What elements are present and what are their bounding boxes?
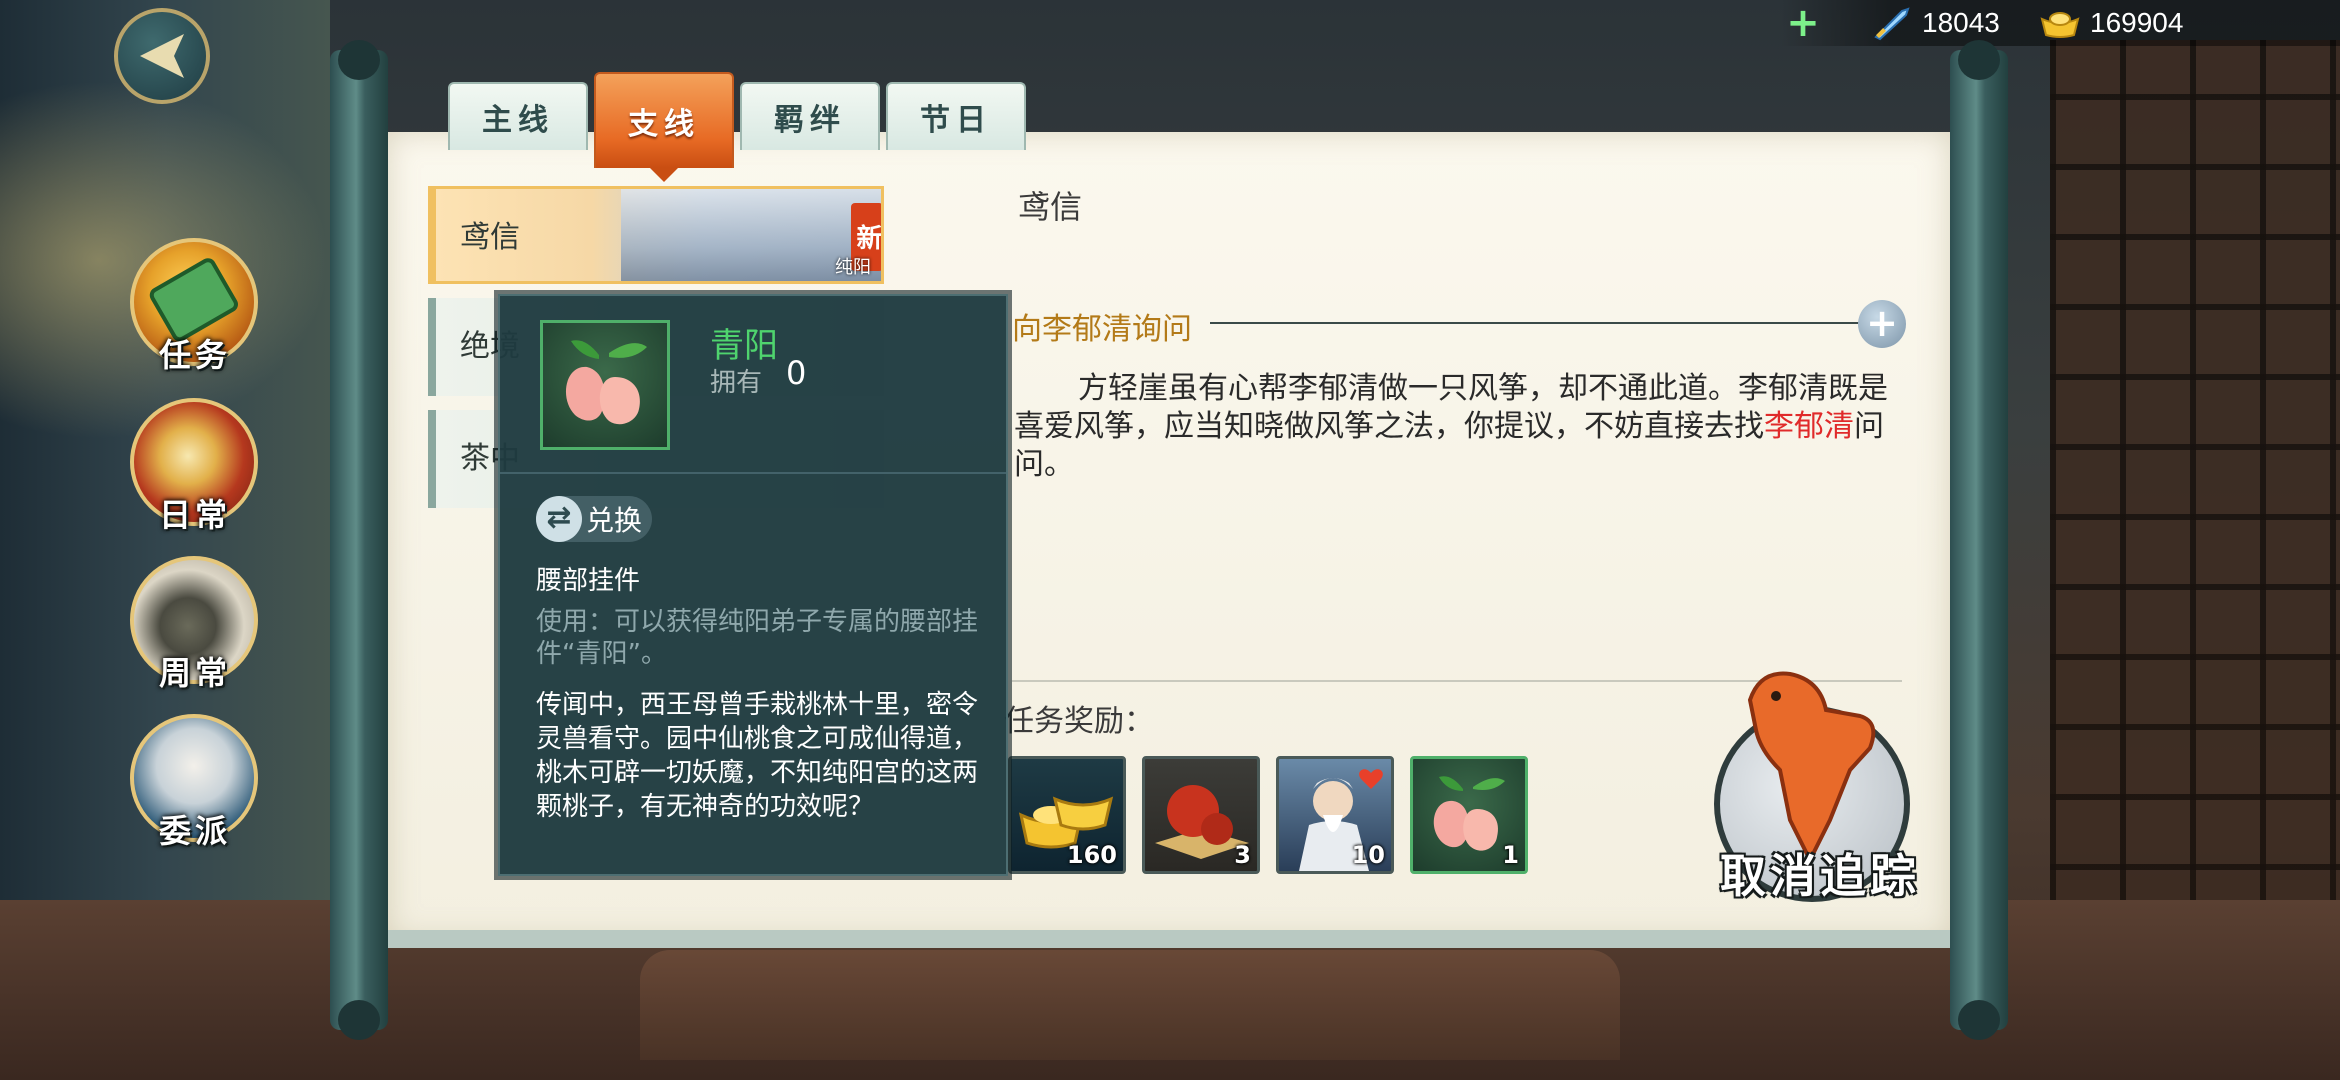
tooltip-item-slot — [540, 320, 670, 450]
tooltip-item-type: 腰部挂件 — [536, 566, 641, 596]
quest-item-selected[interactable]: 鸢信 新 纯阳 — [428, 186, 884, 284]
reward-slot-gold[interactable]: 160 — [1008, 756, 1126, 874]
reward-slot-fruit[interactable]: 3 — [1142, 756, 1260, 874]
reward-count: 10 — [1351, 841, 1385, 869]
background-table — [640, 950, 1620, 1060]
gold-ingot-icon — [2040, 5, 2080, 41]
tooltip-item-lore: 传闻中，西王母曾手栽桃林十里，密令灵兽看守。园中仙桃食之可成仙得道，桃木可辟一切… — [536, 690, 979, 822]
objective-text: 向李郁清询问 — [1012, 312, 1192, 347]
reward-slot-favor[interactable]: 10 — [1276, 756, 1394, 874]
currency-gold: 169904 — [2040, 4, 2183, 42]
desc-text: 方轻崖虽有心帮李郁清做一只风筝，却不通此道。李郁清既是喜爱风筝，应当知晓做风筝之… — [1014, 371, 1888, 444]
menu-item-daily[interactable]: 日常 — [130, 398, 260, 534]
quest-item-name: 鸢信 — [460, 220, 520, 255]
cancel-tracking-label: 取消追踪 — [1720, 849, 1920, 903]
tab-bond[interactable]: 羁绊 — [740, 82, 880, 150]
sword-icon — [1872, 5, 1912, 41]
reward-count: 160 — [1066, 841, 1117, 869]
scroll-rod-right — [1950, 40, 2008, 1040]
tab-main[interactable]: 主线 — [448, 82, 588, 150]
reward-count: 3 — [1234, 841, 1251, 869]
menu-label-quest: 任务 — [158, 336, 231, 374]
reward-slot-peach[interactable]: 1 — [1410, 756, 1528, 874]
horse-icon — [1747, 671, 1876, 860]
tab-side[interactable]: 支线 — [594, 72, 734, 182]
reward-label: 任务奖励： — [1004, 704, 1154, 739]
objective-divider — [1210, 322, 1860, 324]
tooltip-item-use: 使用：可以获得纯阳弟子专属的腰部挂件“青阳”。 — [536, 607, 979, 669]
back-button[interactable] — [114, 8, 210, 104]
tooltip-item-name: 青阳 — [710, 326, 778, 366]
tooltip-own-label: 拥有 — [710, 368, 763, 398]
exchange-label: 兑换 — [586, 504, 643, 537]
background-lattice-window — [2050, 40, 2340, 940]
sword-currency-value: 18043 — [1922, 7, 2000, 38]
menu-item-quest[interactable]: 任务 — [130, 238, 260, 374]
quest-detail-title: 鸢信 — [1018, 188, 1083, 226]
expand-objective-button[interactable]: + — [1858, 300, 1906, 348]
item-tooltip: 青阳 拥有 0 ⇄ 兑换 腰部挂件 使用：可以获得纯阳弟子专属的腰部挂件“青阳”… — [498, 294, 1008, 876]
tooltip-separator — [500, 472, 1006, 474]
panel-bottom-edge — [388, 930, 1950, 948]
sect-tag: 纯阳 — [835, 257, 871, 278]
exchange-arrows-icon: ⇄ — [536, 496, 582, 542]
back-arrow-icon — [140, 34, 184, 78]
currency-sword: 18043 — [1872, 4, 2000, 42]
tab-festival[interactable]: 节日 — [886, 82, 1026, 150]
scroll-rod-left — [330, 40, 388, 1040]
desc-npc-link[interactable]: 李郁清 — [1764, 409, 1854, 444]
quest-objective: 向李郁清询问 + — [1012, 300, 1912, 350]
tooltip-own-value: 0 — [786, 354, 807, 392]
reward-count: 1 — [1502, 841, 1519, 869]
gold-currency-value: 169904 — [2090, 7, 2184, 38]
menu-label-daily: 日常 — [158, 496, 231, 534]
menu-label-weekly: 周常 — [158, 654, 231, 692]
peach-icon — [565, 340, 647, 425]
menu-label-dispatch: 委派 — [158, 812, 231, 850]
add-currency-button[interactable]: + — [1786, 3, 1820, 43]
cancel-tracking-button[interactable]: 取消追踪 — [1700, 660, 1930, 910]
menu-item-dispatch[interactable]: 委派 — [130, 714, 260, 850]
quest-description: 方轻崖虽有心帮李郁清做一只风筝，却不通此道。李郁清既是喜爱风筝，应当知晓做风筝之… — [1014, 370, 1914, 484]
exchange-button[interactable]: ⇄ 兑换 — [536, 496, 653, 542]
menu-item-weekly[interactable]: 周常 — [130, 556, 260, 692]
